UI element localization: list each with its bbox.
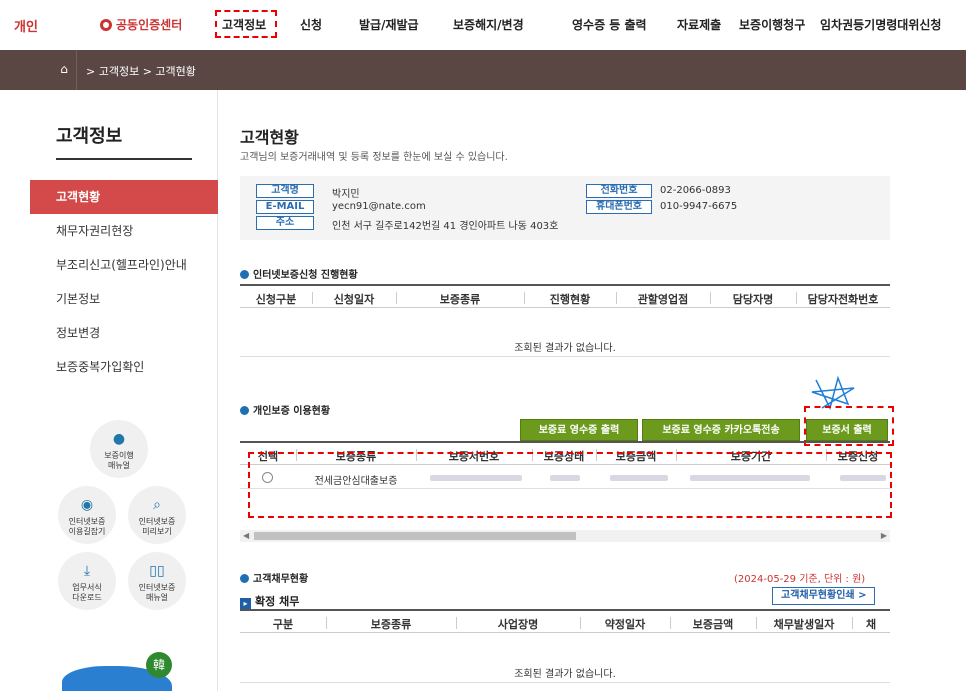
nav-item-claim[interactable]: 보증이행청구	[739, 16, 805, 33]
receipt-print-button[interactable]: 보증료 영수증 출력	[520, 419, 638, 441]
col-debt-type: 보증종류	[370, 618, 412, 631]
quick-link-guide[interactable]: ◉ 인터넷보증 이용길잡기	[58, 486, 116, 544]
debt-basis-note: (2024-05-29 기준, 단위 : 원)	[734, 574, 866, 585]
col-apply-date: 신청일자	[333, 293, 375, 306]
value-email: yecn91@nate.com	[332, 201, 426, 212]
scroll-thumb[interactable]	[254, 532, 576, 540]
value-phone: 02-2066-0893	[660, 185, 731, 196]
cert-icon	[100, 19, 112, 31]
sidebar-item-helpline[interactable]: 부조리신고(헬프라인)안내	[30, 248, 218, 282]
apply-empty-message: 조회된 결과가 없습니다.	[514, 343, 616, 354]
nav-brand[interactable]: 개인	[14, 16, 38, 35]
quick-link-internet-manual[interactable]: ▯▯ 인터넷보증 매뉴얼	[128, 552, 186, 610]
section-bullet-icon	[240, 574, 249, 583]
value-mobile: 010-9947-6675	[660, 201, 738, 212]
apply-section-title: 인터넷보증신청 진행현황	[240, 266, 358, 281]
nav-item-apply[interactable]: 신청	[300, 16, 322, 33]
col-debt-date: 채무발생일자	[773, 618, 835, 631]
quick-link-preview[interactable]: ⌕ 인터넷보증 미리보기	[128, 486, 186, 544]
col-category: 구분	[272, 618, 294, 631]
apply-table-header: 신청구분 신청일자 보증종류 진행현황 관할영업점 담당자명 담당자전화번호	[240, 284, 890, 308]
customer-info-box: 고객명 박지민 E-MAIL yecn91@nate.com 주소 인천 서구 …	[240, 176, 890, 240]
col-contract-date: 약정일자	[604, 618, 646, 631]
nav-item-issue[interactable]: 발급/재발급	[359, 16, 419, 33]
scroll-left-arrow-icon[interactable]: ◀	[243, 531, 249, 540]
sidebar-item-edit-info[interactable]: 정보변경	[30, 316, 218, 350]
square-arrow-icon: ▸	[240, 598, 251, 609]
nav-item-cert-center[interactable]: 공동인증센터	[100, 16, 182, 33]
debt-empty-message: 조회된 결과가 없습니다.	[514, 669, 616, 680]
label-address: 주소	[256, 216, 314, 230]
lightbulb-icon: ●	[112, 431, 126, 447]
label-email: E-MAIL	[256, 200, 314, 214]
highlight-nav-customer-info	[215, 10, 277, 38]
breadcrumb-bar: ⌂ > 고객정보 > 고객현황	[0, 50, 966, 90]
nav-item-receipt[interactable]: 영수증 등 출력	[572, 16, 647, 33]
value-name: 박지민	[332, 189, 360, 200]
promo-banner[interactable]: 韓	[62, 648, 172, 691]
label-phone: 전화번호	[586, 184, 652, 198]
col-apply-type: 신청구분	[255, 293, 297, 306]
quick-link-forms-download[interactable]: ⤓ 업무서식 다운로드	[58, 552, 116, 610]
nav-item-lease-registration[interactable]: 임차권등기명령대위신청	[820, 16, 941, 33]
nav-item-cancel-change[interactable]: 보증해지/변경	[453, 16, 524, 33]
apply-table-bottom-rule	[240, 356, 890, 357]
page-subtitle: 고객님의 보증거래내역 및 등록 정보를 한눈에 보실 수 있습니다.	[240, 152, 508, 163]
nav-item-submit[interactable]: 자료제출	[677, 16, 721, 33]
section-bullet-icon	[240, 406, 249, 415]
receipt-kakao-button[interactable]: 보증료 영수증 카카오톡전송	[642, 419, 800, 441]
sidebar-item-basic-info[interactable]: 기본정보	[30, 282, 218, 316]
location-pin-icon: ◉	[80, 497, 94, 513]
value-address: 인천 서구 길주로142번길 41 경인아파트 나동 403호	[332, 221, 559, 232]
banner-seal: 韓	[146, 652, 172, 678]
home-icon[interactable]: ⌂	[56, 62, 72, 78]
col-manager: 담당자명	[732, 293, 774, 306]
quick-link-performance-manual[interactable]: ● 보증이행 매뉴얼	[90, 420, 148, 478]
personal-section-title: 개인보증 이용현황	[240, 402, 330, 417]
sidebar-title-underline	[56, 158, 192, 160]
sidebar-title: 고객정보	[56, 126, 123, 147]
col-business-name: 사업장명	[497, 618, 539, 631]
debt-table-bottom-rule	[240, 682, 890, 683]
top-nav: 개인 공동인증센터 고객정보 신청 발급/재발급 보증해지/변경 영수증 등 출…	[0, 0, 966, 50]
sidebar-menu: 고객현황 채무자권리현장 부조리신고(헬프라인)안내 기본정보 정보변경 보증중…	[30, 180, 218, 384]
scroll-right-arrow-icon[interactable]: ▶	[881, 531, 887, 540]
horizontal-scrollbar[interactable]: ◀ ▶	[240, 530, 890, 542]
label-name: 고객명	[256, 184, 314, 198]
sidebar-item-customer-status[interactable]: 고객현황	[30, 180, 218, 214]
sidebar-item-debtor-rights[interactable]: 채무자권리현장	[30, 214, 218, 248]
label-mobile: 휴대폰번호	[586, 200, 652, 214]
debt-print-button[interactable]: 고객채무현황인쇄 >	[772, 587, 876, 605]
confirmed-debt-heading: ▸ 확정 채무	[240, 593, 299, 609]
search-icon: ⌕	[153, 497, 161, 513]
page-title: 고객현황	[240, 128, 299, 147]
breadcrumb: > 고객정보 > 고객현황	[86, 65, 196, 78]
col-manager-phone: 담당자전화번호	[807, 293, 879, 306]
highlight-guarantee-row	[248, 452, 892, 518]
col-guarantee-type: 보증종류	[439, 293, 481, 306]
highlight-certificate-button	[804, 406, 894, 446]
col-truncated: 채	[865, 618, 877, 631]
col-progress: 진행현황	[549, 293, 591, 306]
sidebar: 고객정보 고객현황 채무자권리현장 부조리신고(헬프라인)안내 기본정보 정보변…	[30, 90, 218, 691]
debt-section-title: 고객채무현황	[240, 570, 308, 585]
debt-table-header: 구분 보증종류 사업장명 약정일자 보증금액 채무발생일자 채	[240, 609, 890, 633]
breadcrumb-divider	[76, 50, 77, 90]
col-debt-amount: 보증금액	[692, 618, 734, 631]
download-icon: ⤓	[83, 563, 91, 579]
book-icon: ▯▯	[149, 563, 165, 579]
col-branch: 관할영업점	[637, 293, 689, 306]
sidebar-item-duplicate-check[interactable]: 보증중복가입확인	[30, 350, 218, 384]
section-bullet-icon	[240, 270, 249, 279]
